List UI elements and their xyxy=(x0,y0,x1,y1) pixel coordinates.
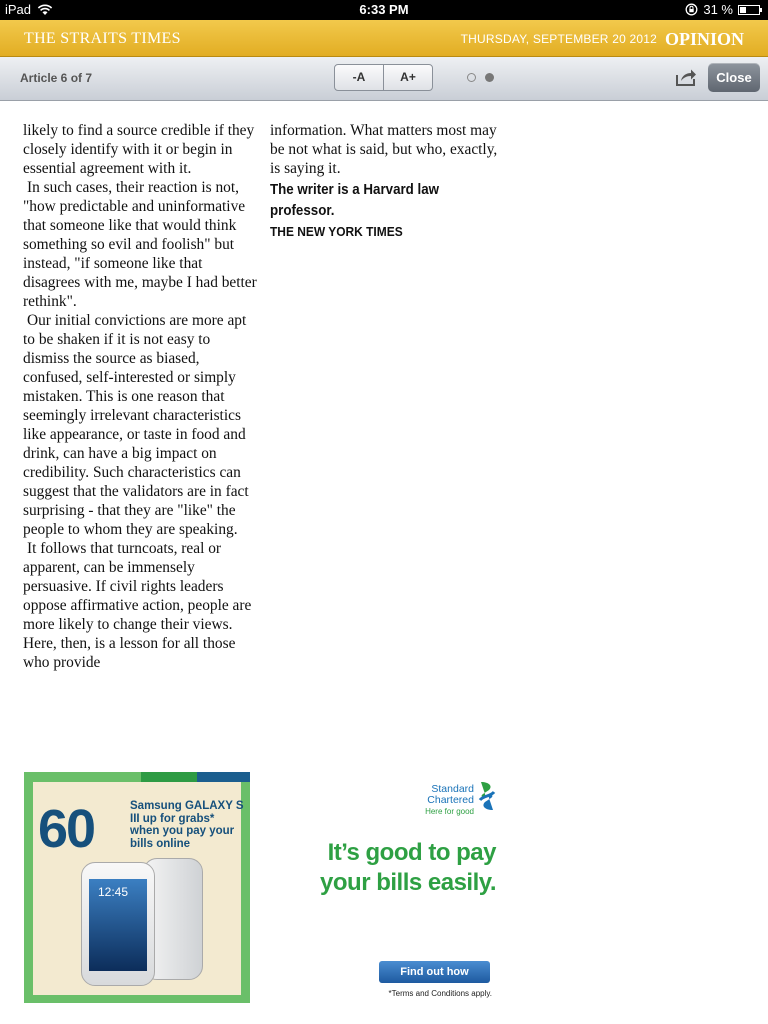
standard-chartered-logo: Standard Chartered Here for good xyxy=(424,784,474,817)
phone-clock: 12:45 xyxy=(98,885,129,899)
author-byline: The writer is a Harvard law professor. xyxy=(270,182,440,219)
brand-logo: THE STRAITS TIMES xyxy=(24,30,181,47)
share-icon[interactable] xyxy=(675,67,697,87)
font-increase-button[interactable]: A+ xyxy=(383,65,432,90)
article-column-2: information. What matters most may be no… xyxy=(270,121,505,242)
article-counter: Article 6 of 7 xyxy=(20,71,93,85)
ad-headline: It’s good to pay your bills easily. xyxy=(296,838,496,898)
article-paragraph: It follows that turncoats, real or appar… xyxy=(23,540,252,671)
phone-image: 12:45 xyxy=(81,862,155,986)
issue-date: THURSDAY, SEPTEMBER 20 2012 xyxy=(460,32,657,46)
font-decrease-button[interactable]: -A xyxy=(335,65,383,90)
page-indicator[interactable] xyxy=(467,73,494,82)
battery-icon xyxy=(738,4,762,15)
close-button[interactable]: Close xyxy=(708,63,760,92)
article-toolbar: Article 6 of 7 -A A+ Close xyxy=(0,57,768,101)
battery-percent: 31 % xyxy=(703,2,733,17)
masthead: THE STRAITS TIMES THURSDAY, SEPTEMBER 20… xyxy=(0,20,768,57)
article-paragraph: In such cases, their reaction is not, "h… xyxy=(23,179,257,310)
article-column-1: likely to find a source credible if they… xyxy=(23,121,258,672)
rotation-lock-icon xyxy=(685,3,698,16)
ad-image-panel[interactable]: 60 Samsung GALAXY S III up for grabs* wh… xyxy=(24,772,250,1003)
brand-tagline: Here for good xyxy=(425,807,474,816)
brand-name-line2: Chartered xyxy=(427,794,474,806)
article-paragraph: Our initial convictions are more apt to … xyxy=(23,312,249,538)
find-out-how-button[interactable]: Find out how xyxy=(379,961,490,983)
article-paragraph: likely to find a source credible if they… xyxy=(23,122,255,177)
ad-prize-count: 60 xyxy=(38,799,96,859)
article-source: THE NEW YORK TIMES xyxy=(270,224,403,239)
ad-headline-line2: your bills easily. xyxy=(320,869,496,896)
status-bar: iPad 6:33 PM 31 % xyxy=(0,0,768,20)
ad-terms: *Terms and Conditions apply. xyxy=(388,989,492,998)
section-title: OPINION xyxy=(664,29,744,49)
page-dot-2[interactable] xyxy=(485,73,494,82)
ad-promo-text: Samsung GALAXY S III up for grabs* when … xyxy=(130,800,244,850)
article-paragraph: information. What matters most may be no… xyxy=(270,122,498,177)
ad-headline-line1: It’s good to pay xyxy=(327,839,497,866)
clock: 6:33 PM xyxy=(359,2,409,17)
page-dot-1[interactable] xyxy=(467,73,476,82)
font-size-control: -A A+ xyxy=(334,64,433,91)
standard-chartered-mark-icon xyxy=(478,782,496,810)
